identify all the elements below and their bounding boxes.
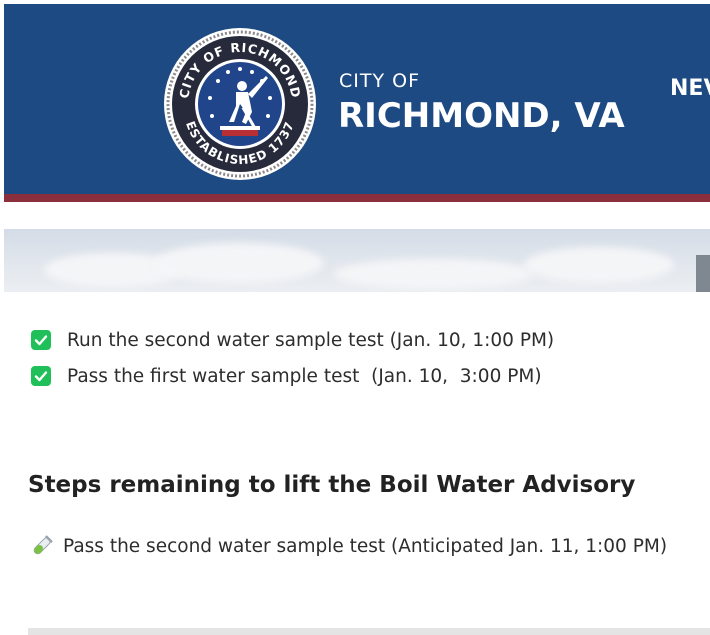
step-label: Pass the first water sample test (Jan. 1… [67,365,542,387]
list-item: Pass the first water sample test (Jan. 1… [31,358,554,394]
brand-title[interactable]: RICHMOND, VA [338,96,625,136]
check-box-icon [31,330,51,350]
section-heading: Steps remaining to lift the Boil Water A… [28,472,636,498]
list-item: Pass the second water sample test (Antic… [31,535,667,557]
brand-prefix: CITY OF [339,70,421,92]
hero-image [4,229,710,292]
check-box-icon [31,366,51,386]
divider [28,628,710,635]
remaining-step-label: Pass the second water sample test (Antic… [63,535,668,557]
test-tube-icon [33,535,53,555]
nav-item-news[interactable]: NEV [670,76,710,101]
site-header: CITY OF RICHMOND ESTABLISHED 1737 CITY O… [4,4,710,194]
completed-steps-list: Run the second water sample test (Jan. 1… [31,322,554,394]
city-seal-logo[interactable]: CITY OF RICHMOND ESTABLISHED 1737 [162,26,318,182]
step-label: Run the second water sample test (Jan. 1… [67,329,555,351]
header-stripe [4,194,710,202]
list-item: Run the second water sample test (Jan. 1… [31,322,554,358]
